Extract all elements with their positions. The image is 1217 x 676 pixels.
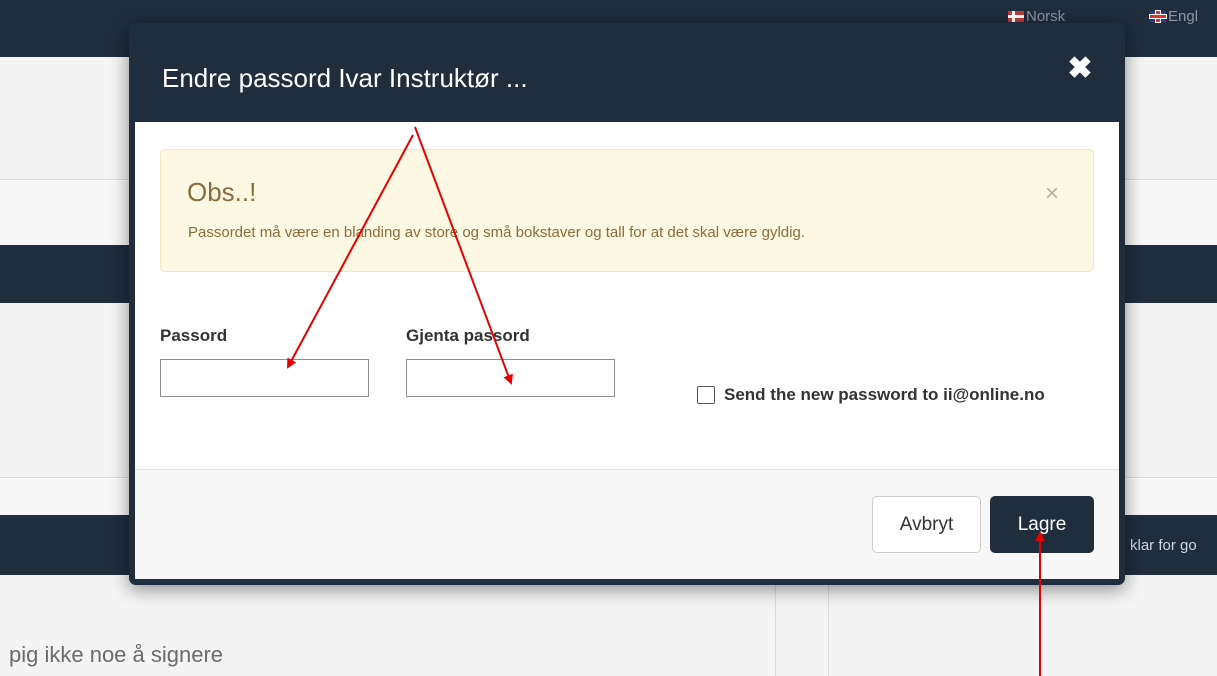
cancel-button[interactable]: Avbryt xyxy=(872,496,981,553)
close-x-icon[interactable]: ✖ xyxy=(1064,53,1096,85)
repeat-password-label: Gjenta passord xyxy=(406,326,530,345)
alert-title: Obs..! xyxy=(187,177,257,207)
alert-close-icon[interactable]: × xyxy=(1045,182,1059,206)
send-password-label: Send the new password to ii@online.no xyxy=(724,385,1045,404)
flag-uk-icon xyxy=(1150,11,1166,22)
dialog-header: Endre passord Ivar Instruktør ... ✖ xyxy=(129,23,1125,122)
password-label: Passord xyxy=(160,326,228,345)
repeat-password-input[interactable] xyxy=(406,359,615,397)
language-english-label: Engl xyxy=(1168,8,1199,25)
background-divider xyxy=(775,575,776,676)
alert-message: Passordet må være en blanding av store o… xyxy=(188,224,805,241)
dialog-footer: Avbryt Lagre xyxy=(135,469,1119,579)
dialog-title: Endre passord Ivar Instruktør ... xyxy=(162,63,528,93)
save-button[interactable]: Lagre xyxy=(990,496,1094,553)
send-password-option[interactable]: Send the new password to ii@online.no xyxy=(697,385,1045,405)
background-status-text: klar for go xyxy=(1130,537,1197,554)
warning-alert: Obs..! Passordet må være en blanding av … xyxy=(160,149,1094,272)
send-password-checkbox[interactable] xyxy=(697,386,715,404)
change-password-dialog: Endre passord Ivar Instruktør ... ✖ Obs.… xyxy=(129,23,1125,585)
flag-norway-icon xyxy=(1008,11,1024,22)
password-input[interactable] xyxy=(160,359,369,397)
language-english-link[interactable]: Engl xyxy=(1150,8,1198,25)
background-divider xyxy=(828,575,829,676)
background-notice-text: pig ikke noe å signere xyxy=(9,642,224,667)
dialog-body: Obs..! Passordet må være en blanding av … xyxy=(135,122,1119,469)
